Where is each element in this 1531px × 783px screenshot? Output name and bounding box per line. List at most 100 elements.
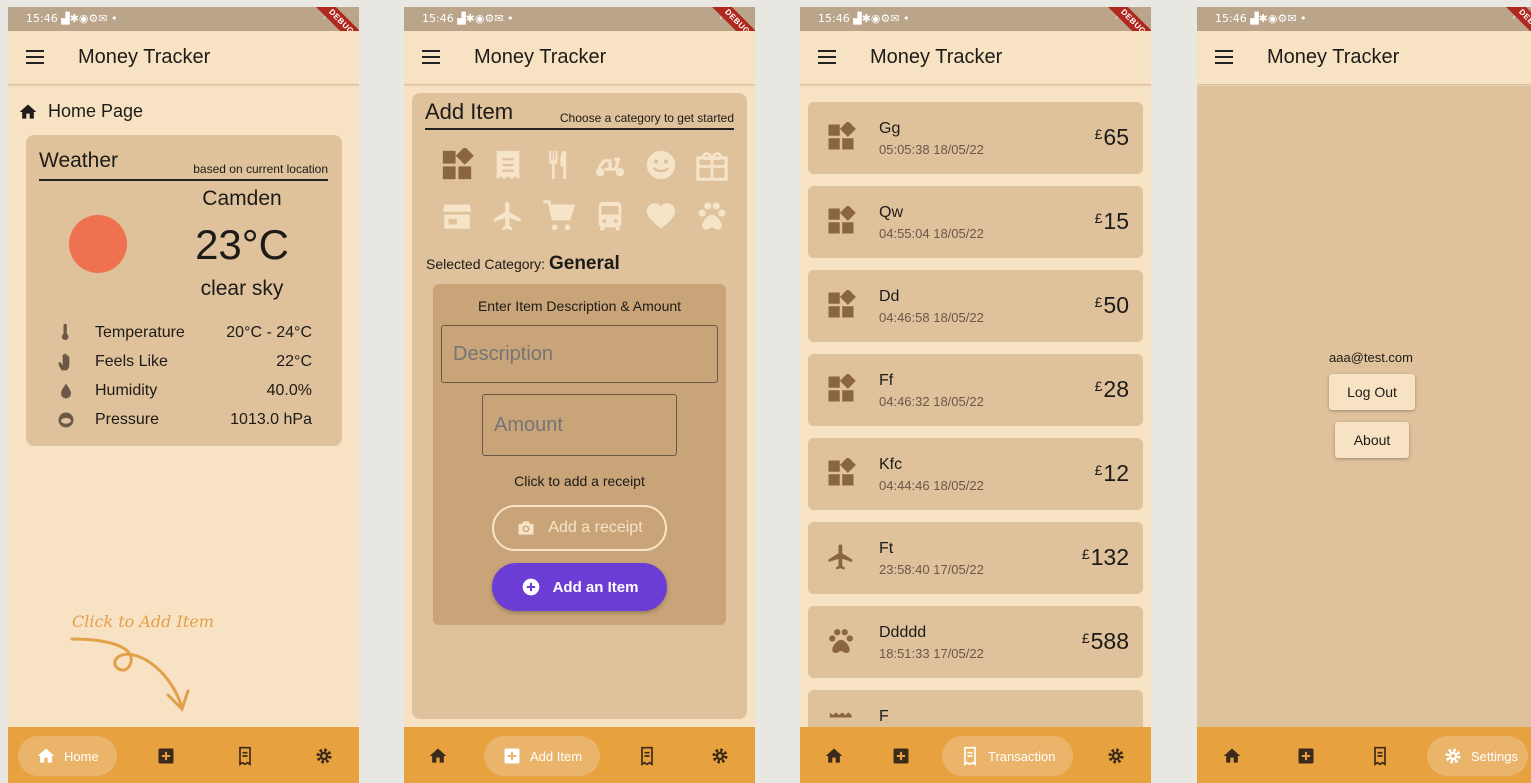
nav-add-item[interactable] — [156, 736, 176, 776]
transaction-row[interactable]: Ff 04:46:32 18/05/22 £28 — [808, 354, 1143, 426]
add-item-hint: Click to Add Item — [72, 612, 214, 631]
nav-home[interactable] — [428, 736, 448, 776]
category-shopping[interactable] — [542, 199, 576, 233]
menu-icon[interactable] — [818, 50, 836, 64]
transaction-row[interactable]: Dd 04:46:58 18/05/22 £50 — [808, 270, 1143, 342]
amount-value: 65 — [1103, 124, 1129, 150]
settings-screen: 15:46 ▟✱◉⚙✉ • ◠ ▭ DEBUG Money Tracker aa… — [1197, 7, 1531, 783]
nav-settings[interactable]: Settings — [1427, 736, 1528, 776]
transaction-row[interactable]: Qw 04:55:04 18/05/22 £15 — [808, 186, 1143, 258]
add-item-screen: 15:46 ▟✱◉⚙✉ • ◠ ▭ DEBUG Money Tracker Ad… — [404, 7, 755, 783]
nav-home[interactable] — [1222, 736, 1242, 776]
about-button[interactable]: About — [1335, 422, 1409, 458]
category-pets[interactable] — [695, 199, 729, 233]
category-store[interactable] — [440, 199, 474, 233]
status-time: 15:46 — [818, 12, 850, 25]
home-screen: 15:46 ▟✱◉⚙✉ • ◠ ▭ DEBUG Money Tracker Ho… — [8, 7, 359, 783]
app-title: Money Tracker — [474, 46, 607, 68]
transaction-row[interactable]: F — [808, 690, 1143, 727]
camera-icon — [518, 521, 534, 535]
nav-home[interactable]: Home — [18, 736, 117, 776]
transaction-amount: £15 — [1095, 208, 1129, 235]
home-icon — [19, 104, 37, 119]
widgets-icon — [828, 122, 856, 150]
receipt-hint: Click to add a receipt — [514, 473, 645, 489]
gear-icon — [1108, 748, 1124, 764]
form-title: Enter Item Description & Amount — [477, 298, 682, 314]
widgets-icon — [828, 374, 856, 402]
home-icon — [825, 748, 843, 763]
selected-category-label: Selected Category: — [426, 256, 546, 272]
category-travel[interactable] — [491, 199, 525, 233]
transaction-time: 05:05:38 18/05/22 — [879, 142, 984, 157]
transaction-amount: £588 — [1082, 628, 1129, 655]
add-item-label: Add an Item — [552, 578, 639, 596]
weather-description: clear sky — [200, 277, 284, 300]
category-entertainment[interactable] — [644, 148, 678, 182]
receipt-icon — [829, 712, 852, 718]
nav-transaction[interactable] — [1370, 736, 1390, 776]
nav-settings[interactable] — [710, 736, 730, 776]
amount-input[interactable] — [482, 394, 677, 456]
status-bar: 15:46 ▟✱◉⚙✉ • ◠ ▭ — [1197, 7, 1531, 31]
menu-icon[interactable] — [1215, 50, 1233, 64]
app-title: Money Tracker — [1267, 46, 1400, 68]
nav-transaction[interactable] — [235, 736, 255, 776]
add-receipt-button[interactable]: Add a receipt — [492, 505, 667, 551]
nav-home[interactable] — [824, 736, 844, 776]
transaction-row[interactable]: Gg 05:05:38 18/05/22 £65 — [808, 102, 1143, 174]
app-title: Money Tracker — [78, 46, 211, 68]
bus-icon — [598, 201, 622, 231]
transaction-list[interactable]: Gg 05:05:38 18/05/22 £65 Qw 04:55:04 18/… — [800, 86, 1151, 727]
gear-icon — [316, 748, 332, 764]
weather-title: Weather — [39, 149, 118, 172]
nav-settings[interactable] — [1106, 736, 1126, 776]
nav-add-item[interactable]: Add Item — [484, 736, 601, 776]
currency-symbol: £ — [1094, 378, 1103, 394]
weather-card: Weather based on current location Camden… — [26, 135, 342, 446]
nav-transaction[interactable]: Transaction — [942, 736, 1074, 776]
amount-value: 15 — [1103, 208, 1129, 234]
currency-symbol: £ — [1094, 210, 1103, 226]
description-input[interactable] — [441, 325, 718, 383]
add-item-title: Add Item — [425, 99, 514, 124]
menu-icon[interactable] — [422, 50, 440, 64]
logout-button[interactable]: Log Out — [1329, 374, 1415, 410]
receipt-icon — [496, 150, 520, 180]
curved-arrow-icon — [70, 637, 190, 712]
transaction-name: Gg — [879, 120, 901, 137]
transaction-row[interactable]: Ddddd 18:51:33 17/05/22 £588 — [808, 606, 1143, 678]
receipt-icon — [641, 746, 653, 766]
nav-settings[interactable] — [314, 736, 334, 776]
transaction-row[interactable]: Ft 23:58:40 17/05/22 £132 — [808, 522, 1143, 594]
transaction-time: 18:51:33 17/05/22 — [879, 646, 984, 661]
cart-icon — [543, 200, 576, 231]
add-item-panel: Add Item Choose a category to get starte… — [412, 93, 747, 719]
category-health[interactable] — [644, 199, 678, 233]
category-bus[interactable] — [593, 199, 627, 233]
category-food[interactable] — [542, 148, 576, 182]
heart-icon — [646, 203, 676, 229]
transaction-amount: £12 — [1095, 460, 1129, 487]
category-transport[interactable] — [593, 148, 627, 182]
receipt-icon — [1374, 746, 1386, 766]
add-circle-icon — [522, 578, 539, 596]
category-bills[interactable] — [491, 148, 525, 182]
add-item-subtitle: Choose a category to get started — [559, 111, 734, 125]
hand-icon — [58, 353, 70, 371]
transaction-name: Ddddd — [879, 624, 927, 641]
nav-add-item[interactable] — [891, 736, 911, 776]
nav-transaction[interactable] — [637, 736, 657, 776]
menu-icon[interactable] — [26, 50, 44, 64]
nav-add-item-label: Add Item — [530, 748, 583, 764]
add-item-button[interactable]: Add an Item — [492, 563, 667, 611]
nav-add-item[interactable] — [1296, 736, 1316, 776]
transaction-name: Kfc — [879, 456, 903, 473]
paw-icon — [829, 629, 853, 654]
transaction-row[interactable]: Kfc 04:44:46 18/05/22 £12 — [808, 438, 1143, 510]
restaurant-icon — [549, 150, 567, 180]
weather-row-pressure: Pressure 1013.0 hPa — [56, 409, 312, 431]
category-general[interactable] — [440, 146, 474, 182]
home-icon — [1223, 748, 1241, 763]
category-gifts[interactable] — [695, 148, 729, 182]
